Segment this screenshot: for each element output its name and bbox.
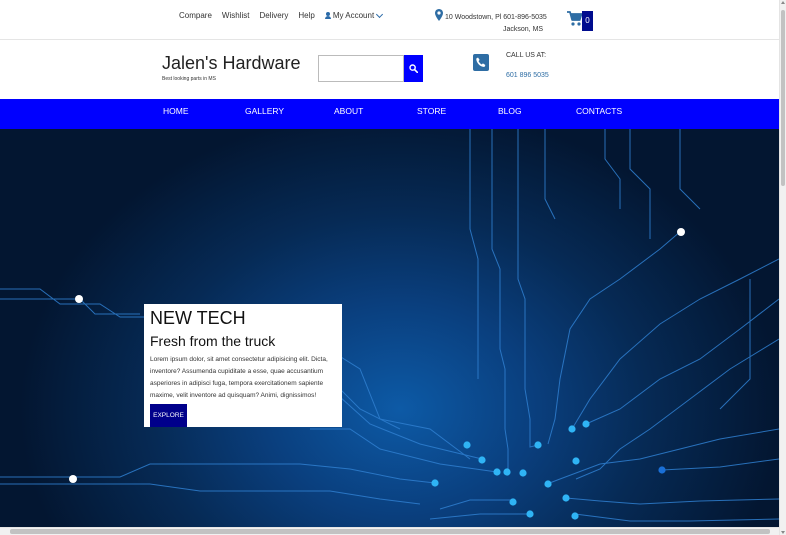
scroll-up-arrow-icon[interactable] bbox=[781, 1, 785, 4]
address-line-1: 10 Woodstown, Pl 601-896-5035 bbox=[445, 14, 547, 21]
nav-gallery[interactable]: GALLERY bbox=[245, 99, 284, 124]
compare-link[interactable]: Compare bbox=[179, 11, 212, 20]
wishlist-link[interactable]: Wishlist bbox=[222, 11, 250, 20]
brand-name: Jalen's Hardware bbox=[162, 53, 301, 73]
top-utility-bar: Compare Wishlist Delivery Help My Accoun… bbox=[0, 0, 779, 40]
hero-banner: NEW TECH Fresh from the truck Lorem ipsu… bbox=[0, 129, 779, 527]
search-form bbox=[318, 55, 423, 82]
delivery-link[interactable]: Delivery bbox=[259, 11, 288, 20]
nav-contacts[interactable]: CONTACTS bbox=[576, 99, 622, 124]
phone-number-link[interactable]: 601 896 5035 bbox=[506, 72, 549, 79]
search-icon bbox=[409, 64, 418, 73]
horizontal-scrollbar[interactable] bbox=[0, 527, 779, 535]
phone-icon-box bbox=[473, 54, 489, 71]
my-account-label: My Account bbox=[332, 11, 375, 20]
nav-home[interactable]: HOME bbox=[163, 99, 189, 124]
nav-about[interactable]: ABOUT bbox=[334, 99, 363, 124]
explore-button[interactable]: EXPLORE bbox=[150, 404, 187, 427]
circuit-board-background bbox=[0, 129, 779, 522]
scroll-down-arrow-icon[interactable] bbox=[781, 531, 785, 534]
top-links: Compare Wishlist Delivery Help My Accoun… bbox=[179, 10, 392, 20]
vertical-scroll-thumb[interactable] bbox=[781, 10, 785, 186]
search-button[interactable] bbox=[404, 55, 423, 82]
address-line-2: Jackson, MS bbox=[503, 26, 544, 33]
horizontal-scroll-thumb[interactable] bbox=[10, 529, 770, 534]
my-account-dropdown[interactable]: My Account bbox=[324, 10, 384, 20]
hero-body-text: Lorem ipsum dolor, sit amet consectetur … bbox=[150, 356, 328, 399]
phone-icon bbox=[476, 57, 486, 67]
map-pin-icon bbox=[435, 9, 443, 21]
help-link[interactable]: Help bbox=[298, 11, 314, 20]
call-us-label: CALL US AT: bbox=[506, 52, 547, 59]
main-nav: HOME GALLERY ABOUT STORE BLOG CONTACTS bbox=[0, 99, 779, 129]
hero-title: NEW TECH bbox=[150, 308, 246, 328]
shopping-cart-icon bbox=[567, 11, 582, 26]
cart-count-badge: 0 bbox=[582, 11, 593, 31]
vertical-scrollbar[interactable] bbox=[779, 0, 786, 535]
nav-blog[interactable]: BLOG bbox=[498, 99, 522, 124]
user-icon bbox=[324, 12, 331, 19]
hero-card: NEW TECH Fresh from the truck Lorem ipsu… bbox=[144, 304, 342, 427]
site-header: Jalen's Hardware Best looking parts in M… bbox=[0, 40, 779, 99]
brand[interactable]: Jalen's Hardware Best looking parts in M… bbox=[162, 53, 301, 82]
nav-store[interactable]: STORE bbox=[417, 99, 446, 124]
chevron-down-icon bbox=[376, 10, 384, 18]
cart-button[interactable]: 0 bbox=[567, 11, 593, 31]
search-input[interactable] bbox=[318, 55, 404, 82]
brand-tagline: Best looking parts in MS bbox=[162, 76, 216, 82]
hero-subtitle: Fresh from the truck bbox=[150, 333, 276, 349]
